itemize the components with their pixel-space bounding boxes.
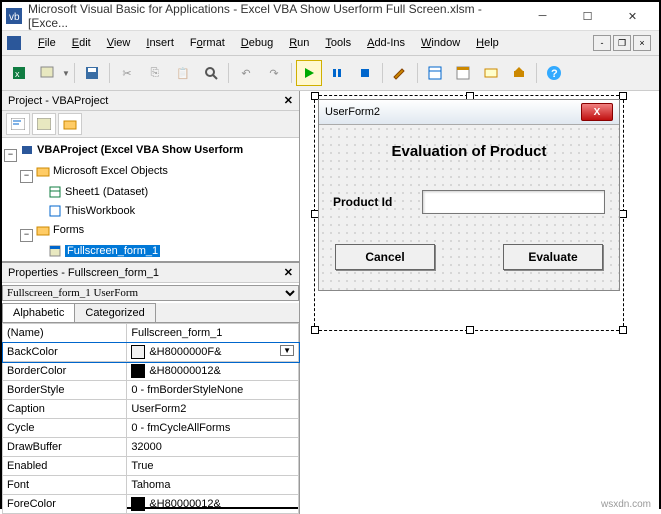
mdi-close-button[interactable]: × — [633, 35, 651, 51]
property-row[interactable]: EnabledTrue — [3, 457, 299, 476]
svg-text:vb: vb — [9, 12, 20, 23]
window-titlebar: vb Microsoft Visual Basic for Applicatio… — [2, 2, 659, 31]
object-selector[interactable]: Fullscreen_form_1 UserForm — [2, 285, 299, 301]
break-button[interactable] — [324, 60, 350, 86]
menu-edit[interactable]: Edit — [64, 35, 99, 51]
tree-item-workbook[interactable]: ThisWorkbook — [48, 204, 135, 218]
property-row[interactable]: CaptionUserForm2 — [3, 400, 299, 419]
property-row[interactable]: Cycle0 - fmCycleAllForms — [3, 419, 299, 438]
property-row[interactable]: BorderStyle0 - fmBorderStyleNone — [3, 381, 299, 400]
properties-window-button[interactable] — [450, 60, 476, 86]
property-row[interactable]: FontTahoma — [3, 476, 299, 495]
collapse-icon[interactable]: − — [20, 170, 33, 183]
property-row[interactable]: BorderColor&H80000012& — [3, 362, 299, 381]
properties-grid[interactable]: (Name)Fullscreen_form_1BackColor&H800000… — [2, 323, 299, 514]
insert-userform-button[interactable] — [34, 60, 60, 86]
project-explorer-title: Project - VBAProject ✕ — [2, 91, 299, 111]
folder-icon — [36, 164, 50, 178]
paste-button[interactable]: 📋 — [170, 60, 196, 86]
menu-addins[interactable]: Add-Ins — [359, 35, 413, 51]
menu-file[interactable]: File — [30, 35, 64, 51]
toolbar: x ▼ ✂ ⎘ 📋 ↶ ↷ ? — [2, 56, 659, 91]
menu-insert[interactable]: Insert — [138, 35, 182, 51]
userform-titlebar: UserForm2 X — [319, 100, 619, 125]
object-browser-button[interactable] — [478, 60, 504, 86]
cancel-button[interactable]: Cancel — [335, 244, 435, 270]
collapse-icon[interactable]: − — [20, 229, 33, 242]
menu-bar: File Edit View Insert Format Debug Run T… — [2, 31, 659, 56]
form-heading: Evaluation of Product — [329, 143, 609, 160]
redo-button[interactable]: ↷ — [261, 60, 287, 86]
product-id-input[interactable] — [422, 190, 605, 214]
watermark: wsxdn.com — [601, 499, 651, 510]
form-designer[interactable]: UserForm2 X Evaluation of Product Produc… — [300, 91, 659, 514]
menu-window[interactable]: Window — [413, 35, 468, 51]
userform-icon — [48, 244, 62, 258]
menu-debug[interactable]: Debug — [233, 35, 281, 51]
find-button[interactable] — [198, 60, 224, 86]
project-explorer-close[interactable]: ✕ — [284, 94, 293, 107]
maximize-button[interactable]: ☐ — [565, 2, 610, 30]
view-code-button[interactable] — [6, 113, 30, 135]
undo-button[interactable]: ↶ — [233, 60, 259, 86]
userform-preview[interactable]: UserForm2 X Evaluation of Product Produc… — [318, 99, 620, 291]
userform-close-button[interactable]: X — [581, 103, 613, 121]
mdi-system-icon[interactable] — [6, 35, 22, 51]
run-button[interactable] — [296, 60, 322, 86]
property-row[interactable]: BackColor&H8000000F&▼ — [3, 343, 299, 362]
project-explorer-button[interactable] — [422, 60, 448, 86]
collapse-icon[interactable]: − — [4, 149, 17, 162]
properties-title: Properties - Fullscreen_form_1 ✕ — [2, 262, 299, 283]
workbook-icon — [48, 204, 62, 218]
sheet-icon — [48, 185, 62, 199]
property-row[interactable]: (Name)Fullscreen_form_1 — [3, 324, 299, 343]
menu-format[interactable]: Format — [182, 35, 233, 51]
view-excel-button[interactable]: x — [6, 60, 32, 86]
menu-view[interactable]: View — [99, 35, 139, 51]
evaluate-button[interactable]: Evaluate — [503, 244, 603, 270]
properties-close[interactable]: ✕ — [284, 266, 293, 279]
app-icon: vb — [6, 8, 22, 24]
save-button[interactable] — [79, 60, 105, 86]
design-mode-button[interactable] — [387, 60, 413, 86]
menu-help[interactable]: Help — [468, 35, 507, 51]
svg-text:?: ? — [551, 68, 558, 80]
cut-button[interactable]: ✂ — [114, 60, 140, 86]
tree-item-sheet[interactable]: Sheet1 (Dataset) — [48, 185, 148, 199]
reset-button[interactable] — [352, 60, 378, 86]
mdi-minimize-button[interactable]: - — [593, 35, 611, 51]
property-row[interactable]: DrawBuffer32000 — [3, 438, 299, 457]
help-button[interactable]: ? — [541, 60, 567, 86]
menu-run[interactable]: Run — [281, 35, 317, 51]
window-title: Microsoft Visual Basic for Applications … — [28, 2, 520, 30]
project-icon — [20, 143, 34, 157]
copy-button[interactable]: ⎘ — [142, 60, 168, 86]
menu-tools[interactable]: Tools — [317, 35, 359, 51]
close-button[interactable]: ✕ — [610, 2, 655, 30]
svg-text:x: x — [15, 69, 20, 79]
minimize-button[interactable]: ─ — [520, 2, 565, 30]
product-id-label: Product Id — [333, 195, 422, 209]
property-row[interactable]: ForeColor&H80000012& — [3, 495, 299, 514]
toggle-folders-button[interactable] — [58, 113, 82, 135]
project-tree[interactable]: −VBAProject (Excel VBA Show Userform −Mi… — [2, 138, 299, 262]
mdi-restore-button[interactable]: ❐ — [613, 35, 631, 51]
folder-icon — [36, 223, 50, 237]
toolbox-button[interactable] — [506, 60, 532, 86]
tab-categorized[interactable]: Categorized — [74, 303, 155, 322]
tree-item-form[interactable]: Fullscreen_form_1 — [48, 244, 160, 258]
tab-alphabetic[interactable]: Alphabetic — [2, 303, 75, 322]
view-object-button[interactable] — [32, 113, 56, 135]
